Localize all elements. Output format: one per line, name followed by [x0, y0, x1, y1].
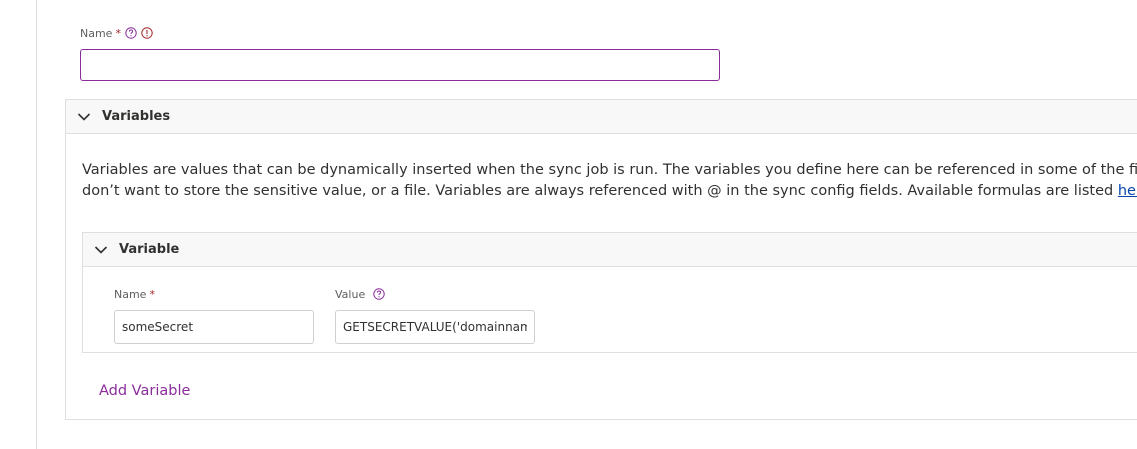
required-mark: * [149, 287, 155, 301]
variable-value-field: Value [335, 286, 535, 344]
variables-description: Variables are values that can be dynamic… [82, 160, 1137, 202]
chevron-down-icon[interactable] [93, 242, 109, 258]
info-circle-icon[interactable] [141, 27, 153, 39]
variable-name-label: Name [114, 287, 147, 301]
variable-value-input[interactable] [335, 310, 535, 344]
variable-name-field: Name * [114, 286, 314, 344]
variable-name-label-row: Name * [114, 286, 314, 302]
name-label-row: Name * [80, 24, 153, 42]
name-input[interactable] [80, 49, 720, 81]
variable-value-label-row: Value [335, 286, 535, 302]
variables-title: Variables [102, 109, 171, 124]
question-circle-icon[interactable] [373, 288, 385, 300]
variable-item-header[interactable]: Variable [83, 233, 1137, 267]
variable-item-title: Variable [119, 242, 180, 257]
required-mark: * [115, 26, 121, 40]
description-line-2-text: don’t want to store the sensitive value,… [82, 183, 1118, 199]
name-label: Name [80, 26, 113, 40]
chevron-down-icon[interactable] [76, 109, 92, 125]
description-line-1: Variables are values that can be dynamic… [82, 162, 1137, 178]
description-line-2: don’t want to store the sensitive value,… [82, 181, 1137, 202]
name-field-group: Name * [80, 24, 153, 42]
question-circle-icon[interactable] [125, 27, 137, 39]
variable-name-input[interactable] [114, 310, 314, 344]
add-variable-button[interactable]: Add Variable [99, 383, 190, 399]
variables-panel-header[interactable]: Variables [66, 100, 1137, 134]
variable-item-panel: Variable Name * Value [82, 232, 1137, 353]
formulas-link[interactable]: here [1118, 183, 1137, 199]
left-rail [0, 0, 37, 449]
variable-value-label: Value [335, 287, 366, 301]
variables-panel: Variables Variables are values that can … [65, 99, 1137, 420]
